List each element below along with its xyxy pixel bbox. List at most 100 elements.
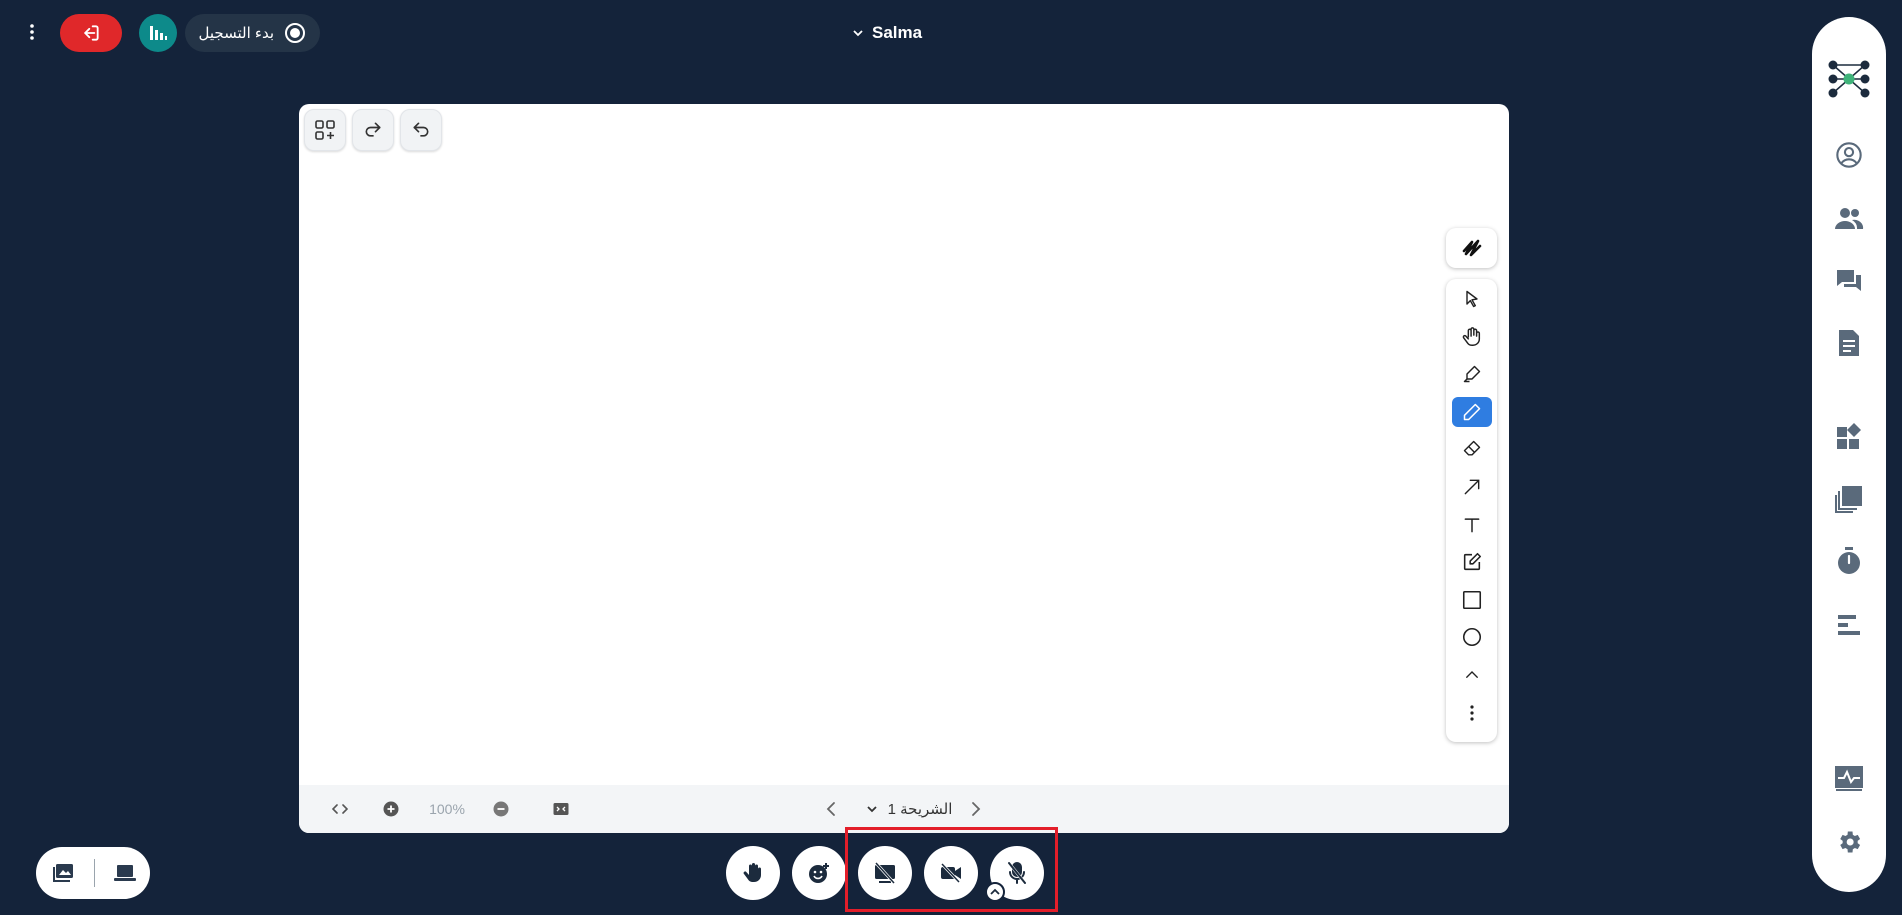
tool-eraser[interactable] [1452, 434, 1492, 464]
code-brackets-icon [332, 803, 348, 815]
chevron-up-icon [1463, 666, 1481, 684]
record-label: بدء التسجيل [198, 25, 274, 42]
zoom-out-button[interactable] [492, 785, 510, 833]
user-icon [1835, 141, 1863, 169]
chevron-down-icon [852, 27, 864, 39]
undo-icon [411, 120, 431, 140]
camera-off-button[interactable] [924, 846, 978, 900]
sidebar-item-timeline[interactable] [1834, 610, 1864, 640]
emoji-add-icon [807, 861, 831, 885]
users-icon [1834, 205, 1864, 231]
board-top-left-tools [304, 109, 442, 151]
app-logo [1825, 55, 1873, 103]
raise-hand-button[interactable] [726, 846, 780, 900]
leave-meeting-button[interactable] [60, 14, 122, 52]
divider [93, 859, 95, 887]
audio-settings-toggle[interactable] [985, 882, 1005, 902]
meeting-name: Salma [872, 23, 923, 42]
app-logo-icon [1825, 55, 1873, 103]
slide-label: الشريحة 1 [887, 801, 953, 818]
sticky-note-icon [1461, 551, 1483, 573]
hand-pan-icon [1461, 326, 1483, 348]
sidebar-item-chat[interactable] [1834, 266, 1864, 296]
add-shapes-icon [314, 119, 336, 141]
zoom-value: 100% [429, 801, 465, 817]
menu-kebab-icon [30, 24, 34, 40]
zoom-in-icon [383, 801, 399, 817]
tool-text[interactable] [1452, 510, 1492, 540]
redo-button[interactable] [352, 109, 394, 151]
screen-share-off-icon [873, 862, 897, 884]
poll-icon [147, 22, 169, 44]
chat-icon [1835, 268, 1863, 294]
tool-highlighter[interactable] [1452, 359, 1492, 389]
previous-slide-button[interactable] [822, 785, 840, 833]
timer-icon [1836, 547, 1862, 575]
options-menu-button[interactable] [22, 20, 42, 44]
chevron-up-icon [990, 888, 1000, 896]
fit-to-width-button[interactable] [552, 785, 570, 833]
slide-selector[interactable]: الشريحة 1 [859, 785, 959, 833]
text-icon [1462, 515, 1482, 535]
camera-off-icon [939, 862, 963, 884]
sidebar-item-settings[interactable] [1834, 827, 1864, 857]
sidebar-item-apps[interactable] [1834, 421, 1864, 451]
tool-sticky-note[interactable] [1452, 547, 1492, 577]
zoom-in-button[interactable] [382, 785, 400, 833]
drawing-toolbar [1446, 279, 1497, 742]
share-presentation-button[interactable] [52, 863, 74, 883]
rectangle-icon [1461, 589, 1483, 611]
tool-more-options[interactable] [1452, 698, 1492, 728]
screen-share-off-button[interactable] [858, 846, 912, 900]
activity-icon [1835, 766, 1863, 792]
image-gallery-icon [52, 863, 74, 883]
presentation-controls [36, 847, 150, 899]
redo-icon [363, 120, 383, 140]
pencil-icon [1462, 402, 1482, 422]
apps-icon [1835, 422, 1863, 450]
align-icon [1836, 612, 1862, 638]
sidebar-item-timer[interactable] [1834, 546, 1864, 576]
whiteboard-footer: 100% الشريحة 1 [299, 785, 1509, 833]
select-icon [1462, 289, 1482, 309]
reactions-button[interactable] [792, 846, 846, 900]
tldraw-style-button[interactable] [1446, 228, 1497, 268]
leave-icon [81, 23, 101, 43]
eraser-icon [1462, 439, 1482, 459]
add-shapes-button[interactable] [304, 109, 346, 151]
ellipse-icon [1461, 626, 1483, 648]
share-screen-button[interactable] [114, 864, 136, 882]
toggle-navigation-button[interactable] [331, 785, 349, 833]
highlighter-icon [1462, 364, 1482, 384]
undo-button[interactable] [400, 109, 442, 151]
tool-rectangle[interactable] [1452, 585, 1492, 615]
tool-pencil[interactable] [1451, 396, 1492, 427]
tool-hand[interactable] [1452, 322, 1492, 352]
tool-arrow[interactable] [1452, 472, 1492, 502]
sidebar-item-participants[interactable] [1834, 203, 1864, 233]
tool-more-shapes[interactable] [1452, 660, 1492, 690]
start-recording-button[interactable]: بدء التسجيل [185, 14, 320, 52]
sidebar-item-connection-status[interactable] [1834, 764, 1864, 794]
sidebar-item-profile[interactable] [1834, 140, 1864, 170]
settings-icon [1835, 828, 1863, 856]
sidebar-item-layers[interactable] [1834, 484, 1864, 514]
layers-icon [1835, 485, 1863, 513]
tool-select[interactable] [1452, 284, 1492, 314]
sidebar-item-notes[interactable] [1834, 328, 1864, 358]
microphone-off-icon [1006, 861, 1028, 885]
polls-button[interactable] [139, 14, 177, 52]
meeting-name-dropdown[interactable]: Salma [852, 21, 922, 45]
more-vertical-icon [1469, 704, 1474, 721]
scribble-icon [1460, 237, 1484, 259]
next-slide-button[interactable] [967, 785, 985, 833]
zoom-out-icon [493, 801, 509, 817]
arrow-icon [1462, 477, 1482, 497]
raise-hand-icon [741, 861, 765, 885]
record-icon [284, 22, 306, 44]
right-sidebar [1812, 17, 1886, 892]
fit-width-icon [553, 802, 569, 816]
laptop-icon [114, 864, 136, 882]
whiteboard[interactable]: 100% الشريحة 1 [299, 104, 1509, 833]
tool-ellipse[interactable] [1452, 622, 1492, 652]
